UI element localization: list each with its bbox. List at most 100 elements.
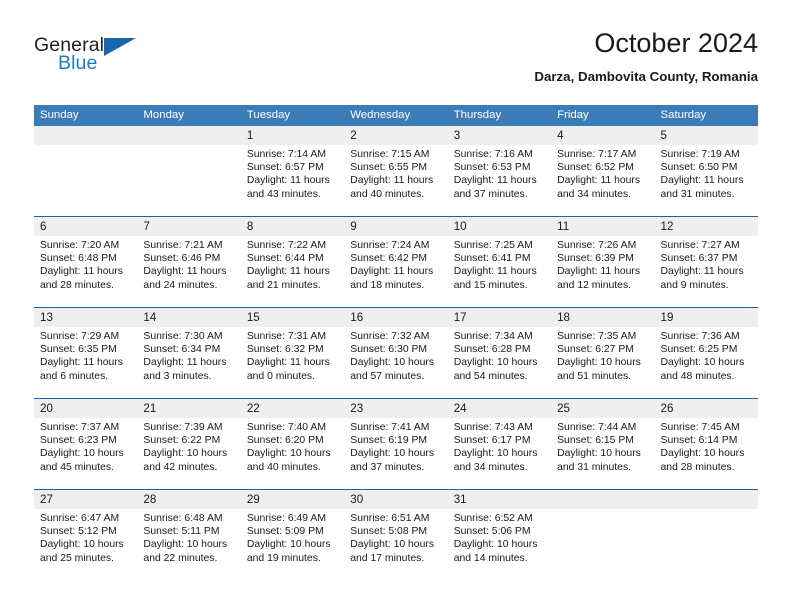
day-number: 30	[344, 490, 448, 509]
calendar-day-cell[interactable]: 28 Sunrise: 6:48 AM Sunset: 5:11 PM Dayligh…	[137, 489, 241, 580]
daylight-text-line2: and 43 minutes.	[246, 188, 321, 200]
calendar-day-cell[interactable]: 27 Sunrise: 6:47 AM Sunset: 5:12 PM Dayligh…	[34, 489, 138, 580]
day-details: Sunrise: 7:25 AM Sunset: 6:41 PM Daylight:…	[448, 236, 551, 292]
sunrise-text: Sunrise: 7:29 AM	[40, 331, 120, 342]
day-details: Sunrise: 7:31 AM Sunset: 6:32 PM Daylight:…	[241, 327, 344, 383]
daylight-text-line1: Daylight: 11 hours	[246, 266, 330, 278]
daylight-text-line2: and 42 minutes.	[143, 461, 218, 473]
calendar-day-cell[interactable]: 18 Sunrise: 7:35 AM Sunset: 6:27 PM Dayligh…	[551, 307, 655, 399]
weekday-header-row: Sunday Monday Tuesday Wednesday Thursday…	[34, 105, 758, 126]
calendar-day-cell[interactable]: 19 Sunrise: 7:36 AM Sunset: 6:25 PM Dayligh…	[654, 307, 758, 399]
sunset-text: Sunset: 6:35 PM	[40, 344, 117, 356]
daylight-text-line2: and 54 minutes.	[453, 370, 528, 382]
day-number: 9	[344, 217, 448, 236]
daylight-text-line1: Daylight: 10 hours	[40, 539, 124, 551]
calendar-day-cell[interactable]: 23 Sunrise: 7:41 AM Sunset: 6:19 PM Dayligh…	[344, 398, 448, 490]
calendar-day-cell[interactable]: 24 Sunrise: 7:43 AM Sunset: 6:17 PM Dayligh…	[447, 398, 552, 490]
daylight-text-line2: and 34 minutes.	[453, 461, 528, 473]
daylight-text-line1: Daylight: 10 hours	[350, 539, 435, 551]
day-number: 28	[137, 490, 241, 509]
sunrise-text: Sunrise: 7:41 AM	[350, 422, 430, 433]
daylight-text-line2: and 6 minutes.	[40, 370, 109, 382]
calendar-day-cell[interactable]: 3 Sunrise: 7:16 AM Sunset: 6:53 PM Daylight…	[447, 126, 552, 217]
day-details: Sunrise: 7:19 AM Sunset: 6:50 PM Daylight:…	[655, 145, 758, 201]
calendar-day-cell[interactable]: 2 Sunrise: 7:15 AM Sunset: 6:55 PM Daylight…	[344, 126, 448, 217]
day-number	[137, 126, 241, 145]
sunset-text: Sunset: 6:32 PM	[246, 344, 324, 356]
sunrise-text: Sunrise: 7:27 AM	[660, 240, 740, 251]
sunrise-text: Sunrise: 7:15 AM	[350, 149, 430, 160]
daylight-text-line1: Daylight: 10 hours	[453, 539, 538, 551]
daylight-text-line1: Daylight: 11 hours	[246, 175, 330, 187]
day-number: 29	[240, 490, 345, 509]
calendar-day-cell[interactable]: 15 Sunrise: 7:31 AM Sunset: 6:32 PM Dayligh…	[240, 307, 345, 399]
sunrise-text: Sunrise: 7:39 AM	[143, 422, 223, 433]
sunrise-text: Sunrise: 7:31 AM	[246, 331, 326, 342]
calendar-day-cell[interactable]: 22 Sunrise: 7:40 AM Sunset: 6:20 PM Dayligh…	[240, 398, 345, 490]
calendar-day-cell[interactable]: 31 Sunrise: 6:52 AM Sunset: 5:06 PM Dayligh…	[447, 489, 552, 580]
calendar-day-cell[interactable]: 25 Sunrise: 7:44 AM Sunset: 6:15 PM Dayligh…	[551, 398, 655, 490]
calendar-day-cell[interactable]: 4 Sunrise: 7:17 AM Sunset: 6:52 PM Daylight…	[551, 126, 655, 217]
day-number: 5	[654, 126, 758, 145]
day-details: Sunrise: 7:17 AM Sunset: 6:52 PM Daylight:…	[551, 145, 654, 201]
calendar-day-cell[interactable]: 10 Sunrise: 7:25 AM Sunset: 6:41 PM Dayligh…	[447, 216, 552, 308]
sunset-text: Sunset: 6:44 PM	[246, 253, 324, 265]
daylight-text-line2: and 14 minutes.	[453, 552, 528, 564]
sunset-text: Sunset: 5:09 PM	[246, 526, 324, 538]
sunrise-text: Sunrise: 6:47 AM	[40, 513, 120, 524]
calendar-day-cell[interactable]: 21 Sunrise: 7:39 AM Sunset: 6:22 PM Dayligh…	[137, 398, 241, 490]
calendar-day-cell[interactable]: 9 Sunrise: 7:24 AM Sunset: 6:42 PM Daylight…	[344, 216, 448, 308]
calendar-day-cell[interactable]: 17 Sunrise: 7:34 AM Sunset: 6:28 PM Dayligh…	[447, 307, 552, 399]
calendar-day-cell[interactable]: 16 Sunrise: 7:32 AM Sunset: 6:30 PM Dayligh…	[344, 307, 448, 399]
daylight-text-line1: Daylight: 10 hours	[350, 357, 435, 369]
day-number: 22	[240, 399, 345, 418]
calendar-day-cell[interactable]: 29 Sunrise: 6:49 AM Sunset: 5:09 PM Dayligh…	[240, 489, 345, 580]
calendar-day-cell[interactable]: 5 Sunrise: 7:19 AM Sunset: 6:50 PM Daylight…	[654, 126, 758, 217]
daylight-text-line2: and 3 minutes.	[143, 370, 212, 382]
day-details: Sunrise: 7:34 AM Sunset: 6:28 PM Daylight:…	[448, 327, 551, 383]
sunrise-text: Sunrise: 7:34 AM	[453, 331, 533, 342]
day-details: Sunrise: 7:44 AM Sunset: 6:15 PM Daylight:…	[551, 418, 654, 474]
daylight-text-line2: and 37 minutes.	[453, 188, 528, 200]
calendar-day-cell[interactable]: 1 Sunrise: 7:14 AM Sunset: 6:57 PM Daylight…	[240, 126, 345, 217]
page-header: General Blue October 2024 Darza, Dambovi…	[34, 26, 758, 96]
daylight-text-line1: Daylight: 11 hours	[246, 357, 330, 369]
day-details: Sunrise: 6:52 AM Sunset: 5:06 PM Daylight:…	[448, 509, 551, 565]
calendar-day-cell[interactable]: 8 Sunrise: 7:22 AM Sunset: 6:44 PM Daylight…	[240, 216, 345, 308]
sunrise-text: Sunrise: 7:22 AM	[246, 240, 326, 251]
sunrise-text: Sunrise: 7:37 AM	[40, 422, 120, 433]
sunset-text: Sunset: 6:53 PM	[453, 162, 531, 174]
daylight-text-line2: and 28 minutes.	[40, 279, 114, 291]
day-details: Sunrise: 7:36 AM Sunset: 6:25 PM Daylight:…	[655, 327, 758, 383]
daylight-text-line1: Daylight: 10 hours	[143, 448, 228, 460]
calendar-day-cell[interactable]: 13 Sunrise: 7:29 AM Sunset: 6:35 PM Dayligh…	[34, 307, 138, 399]
sunset-text: Sunset: 6:50 PM	[660, 162, 738, 174]
daylight-text-line1: Daylight: 10 hours	[453, 357, 538, 369]
daylight-text-line1: Daylight: 10 hours	[143, 539, 228, 551]
calendar-day-cell[interactable]: 26 Sunrise: 7:45 AM Sunset: 6:14 PM Dayligh…	[654, 398, 758, 490]
day-details: Sunrise: 6:49 AM Sunset: 5:09 PM Daylight:…	[241, 509, 344, 565]
weekday-header-thursday: Thursday	[447, 105, 552, 126]
sunrise-sunset-calendar-table: Sunday Monday Tuesday Wednesday Thursday…	[34, 105, 758, 580]
day-details: Sunrise: 7:15 AM Sunset: 6:55 PM Daylight:…	[344, 145, 447, 201]
sunrise-text: Sunrise: 7:16 AM	[453, 149, 533, 160]
calendar-day-cell[interactable]: 7 Sunrise: 7:21 AM Sunset: 6:46 PM Daylight…	[137, 216, 241, 308]
sunset-text: Sunset: 6:25 PM	[660, 344, 738, 356]
calendar-day-cell[interactable]: 6 Sunrise: 7:20 AM Sunset: 6:48 PM Daylight…	[34, 216, 138, 308]
calendar-day-cell[interactable]: 11 Sunrise: 7:26 AM Sunset: 6:39 PM Dayligh…	[551, 216, 655, 308]
calendar-day-cell[interactable]: 14 Sunrise: 7:30 AM Sunset: 6:34 PM Dayligh…	[137, 307, 241, 399]
sunrise-text: Sunrise: 7:25 AM	[453, 240, 533, 251]
sunrise-text: Sunrise: 7:44 AM	[557, 422, 637, 433]
calendar-day-cell[interactable]: 30 Sunrise: 6:51 AM Sunset: 5:08 PM Dayligh…	[344, 489, 448, 580]
day-details: Sunrise: 7:35 AM Sunset: 6:27 PM Daylight:…	[551, 327, 654, 383]
calendar-day-cell[interactable]: 12 Sunrise: 7:27 AM Sunset: 6:37 PM Dayligh…	[654, 216, 758, 308]
calendar-day-cell-empty	[137, 126, 241, 217]
sunrise-text: Sunrise: 7:36 AM	[660, 331, 740, 342]
sunset-text: Sunset: 6:52 PM	[557, 162, 634, 174]
day-number: 1	[240, 126, 345, 145]
sunrise-text: Sunrise: 7:35 AM	[557, 331, 637, 342]
calendar-day-cell[interactable]: 20 Sunrise: 7:37 AM Sunset: 6:23 PM Dayligh…	[34, 398, 138, 490]
sunset-text: Sunset: 6:23 PM	[40, 435, 117, 447]
sunset-text: Sunset: 6:17 PM	[453, 435, 531, 447]
sunset-text: Sunset: 5:06 PM	[453, 526, 531, 538]
